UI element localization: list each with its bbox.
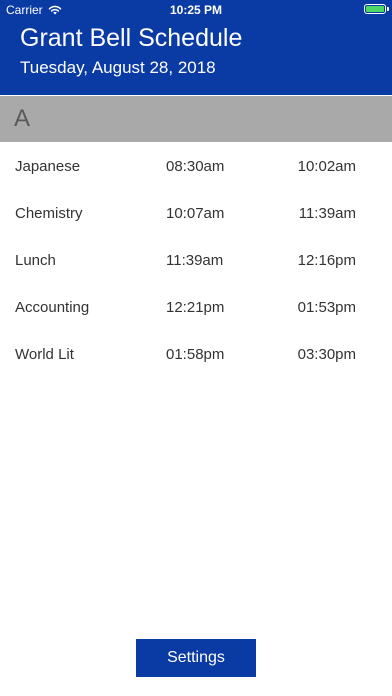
schedule-row: World Lit 01:58pm 03:30pm (0, 331, 392, 378)
settings-button[interactable]: Settings (136, 639, 256, 677)
start-time: 01:58pm (166, 346, 225, 363)
section-header: A (0, 96, 392, 142)
app-header: Carrier 10:25 PM Grant Bell Schedule Tue… (0, 0, 392, 95)
schedule-row: Lunch 11:39am 12:16pm (0, 237, 392, 284)
page-date: Tuesday, August 28, 2018 (20, 58, 216, 77)
schedule-row: Chemistry 10:07am 11:39am (0, 190, 392, 237)
period-name: Japanese (15, 158, 81, 175)
start-time: 08:30am (166, 158, 225, 175)
period-name: Accounting (15, 299, 90, 316)
period-name: Lunch (15, 252, 56, 269)
status-right (364, 4, 389, 14)
period-name: World Lit (15, 346, 74, 363)
start-time: 11:39am (166, 252, 224, 269)
period-name: Chemistry (15, 205, 83, 222)
schedule-row: Japanese 08:30am 10:02am (0, 143, 392, 190)
status-time: 10:25 PM (169, 3, 223, 17)
battery-nub (387, 7, 389, 11)
end-time: 10:02am (297, 158, 356, 175)
end-time: 03:30pm (297, 346, 356, 363)
end-time: 12:16pm (297, 252, 356, 269)
section-label: A (14, 105, 31, 132)
start-time: 12:21pm (166, 299, 225, 316)
schedule-row: Accounting 12:21pm 01:53pm (0, 284, 392, 331)
page-title: Grant Bell Schedule (20, 24, 243, 52)
end-time: 01:53pm (297, 299, 356, 316)
battery-fill (366, 6, 384, 12)
start-time: 10:07am (166, 205, 225, 222)
battery-icon (364, 4, 389, 14)
end-time: 11:39am (298, 205, 356, 222)
status-bar: Carrier 10:25 PM (0, 0, 392, 20)
schedule-list: Japanese 08:30am 10:02am Chemistry 10:07… (0, 143, 392, 378)
